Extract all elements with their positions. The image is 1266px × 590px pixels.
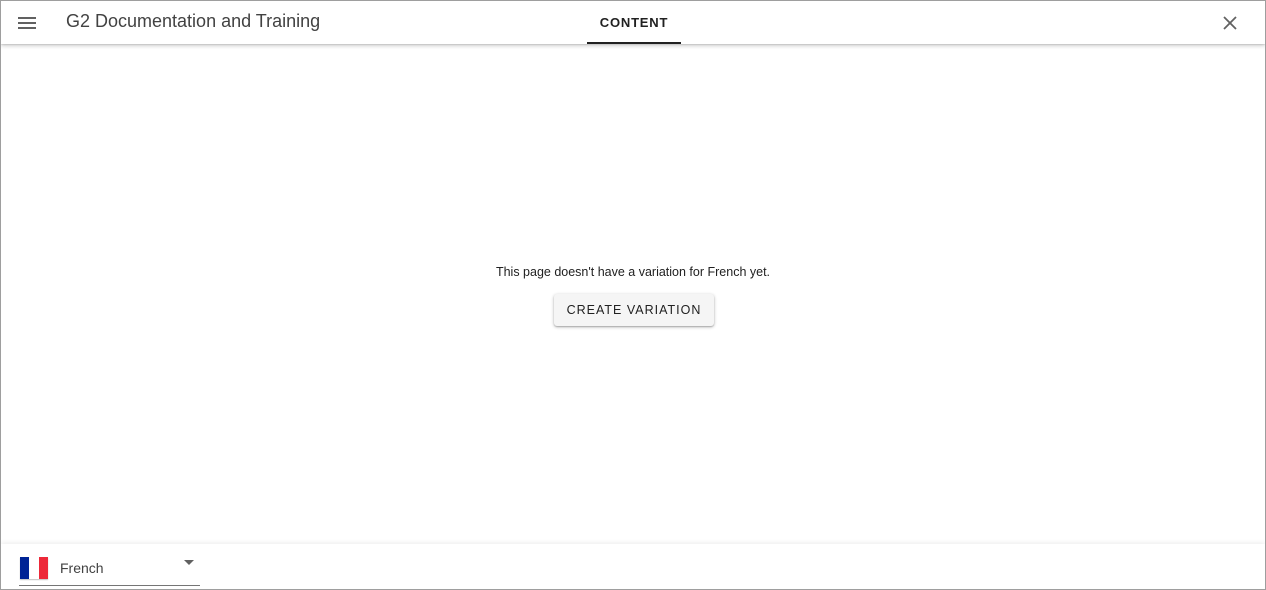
menu-button[interactable] [11, 7, 43, 39]
flag-stripe-blue [20, 557, 30, 579]
dropdown-arrow-icon [184, 560, 194, 565]
flag-stripe-red [38, 557, 48, 579]
hamburger-menu-icon [18, 17, 36, 29]
content-area: This page doesn't have a variation for F… [1, 44, 1265, 544]
bottom-bar: French [1, 544, 1265, 589]
language-select-value: French [60, 560, 104, 576]
tab-content-label: CONTENT [599, 15, 669, 30]
flag-stripe-white [29, 557, 39, 579]
no-variation-message: This page doesn't have a variation for F… [495, 265, 771, 279]
app-window: G2 Documentation and Training CONTENT Th… [0, 0, 1266, 590]
app-title: G2 Documentation and Training [66, 11, 321, 31]
language-select[interactable]: French [19, 551, 200, 586]
close-icon [1223, 16, 1237, 30]
top-app-bar: G2 Documentation and Training CONTENT [1, 1, 1265, 44]
active-tab-indicator [587, 42, 681, 44]
tab-content[interactable]: CONTENT [587, 1, 681, 44]
close-button[interactable] [1213, 6, 1247, 40]
france-flag-icon [20, 557, 48, 579]
create-variation-button[interactable]: CREATE VARIATION [554, 294, 714, 326]
